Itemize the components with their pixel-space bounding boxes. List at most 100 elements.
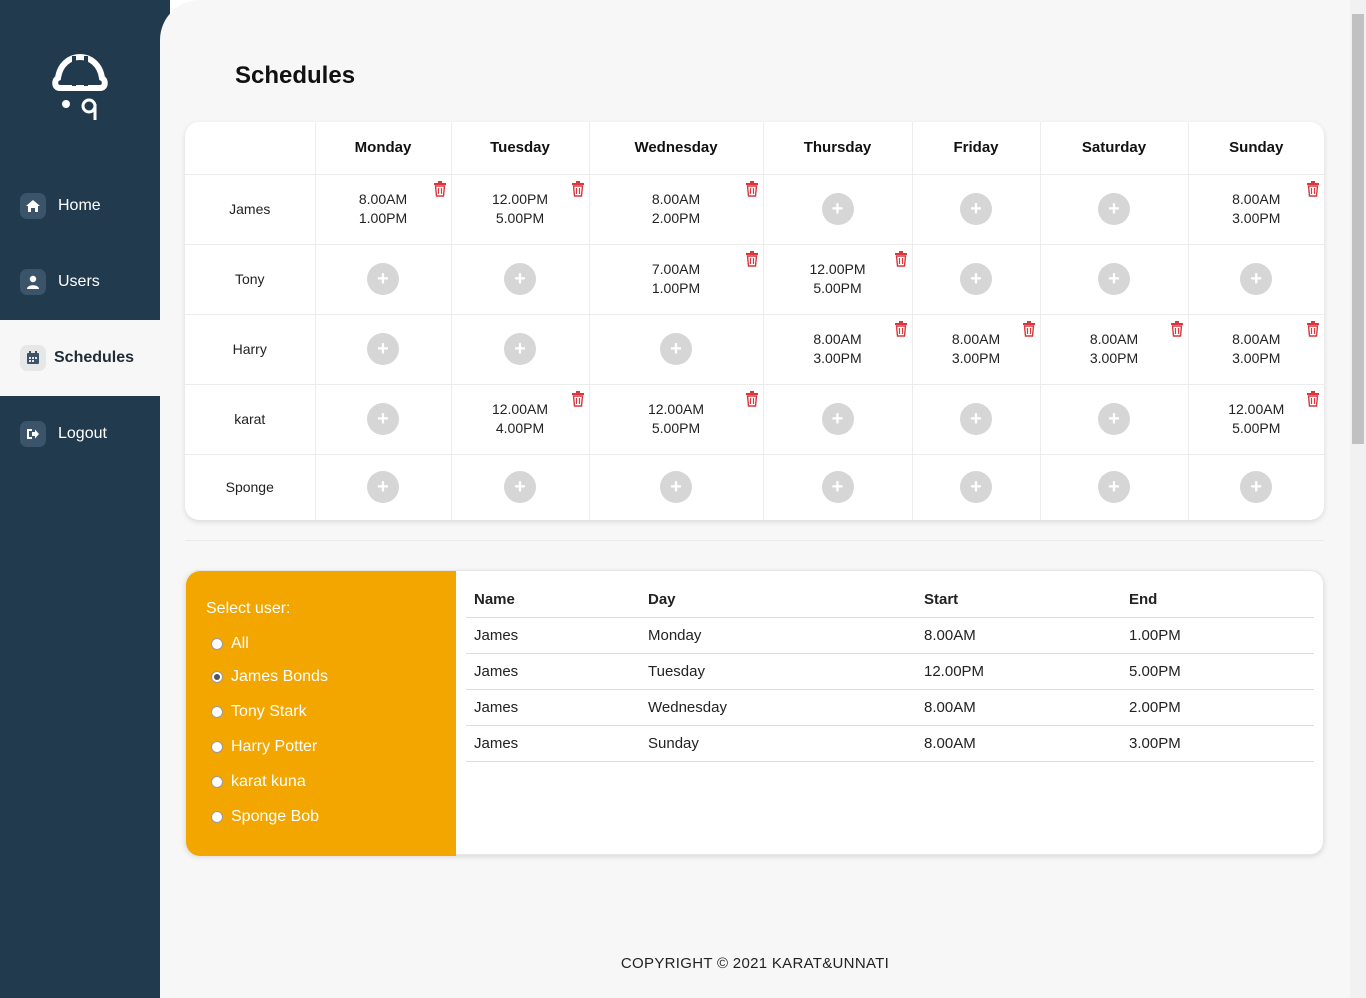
sidebar-item-home[interactable]: Home bbox=[0, 168, 160, 244]
trash-icon[interactable] bbox=[745, 180, 759, 197]
schedule-cell: + bbox=[763, 383, 913, 454]
table-row: James Wednesday 8.00AM 2.00PM bbox=[466, 689, 1314, 726]
user-radio-option[interactable]: Harry Potter bbox=[211, 737, 317, 757]
add-shift-button[interactable]: + bbox=[504, 333, 536, 365]
add-shift-button[interactable]: + bbox=[1098, 193, 1130, 225]
table-cell: James bbox=[466, 617, 640, 654]
add-shift-button[interactable]: + bbox=[960, 403, 992, 435]
shift-end: 5.00PM bbox=[813, 280, 862, 296]
trash-icon[interactable] bbox=[1306, 390, 1320, 407]
trash-icon[interactable] bbox=[1170, 320, 1184, 337]
sidebar-item-logout[interactable]: Logout bbox=[0, 396, 160, 472]
shift-start: 7.00AM bbox=[651, 261, 701, 277]
radio-label: James Bonds bbox=[231, 668, 328, 685]
add-shift-button[interactable]: + bbox=[821, 403, 854, 435]
trash-icon[interactable] bbox=[894, 250, 908, 267]
schedule-cell: 12.00AM 4.00PM bbox=[451, 383, 590, 454]
grid-row: Sponge + + + + + + + bbox=[185, 453, 1324, 520]
user-radio-option[interactable]: All bbox=[211, 634, 249, 654]
shift-end: 3.00PM bbox=[1089, 350, 1139, 366]
schedule-cell: + bbox=[451, 453, 590, 520]
add-shift-button[interactable]: + bbox=[821, 471, 854, 504]
schedule-list-table: Name Day Start End James Monday 8.00AM 1.00PM J… bbox=[466, 583, 1314, 762]
shift-end: 5.00PM bbox=[495, 210, 545, 226]
schedule-list-card: Select user: All James Bonds Tony Stark Har… bbox=[185, 570, 1324, 856]
schedule-cell: + bbox=[315, 313, 452, 384]
add-shift-button[interactable]: + bbox=[367, 471, 399, 504]
user-radio-option[interactable]: karat kuna bbox=[211, 772, 306, 792]
schedule-grid: Monday Tuesday Wednesday Thursday Friday Satu… bbox=[185, 122, 1324, 520]
schedule-cell: + bbox=[1188, 453, 1324, 520]
list-column-header: End bbox=[1121, 583, 1314, 618]
add-shift-button[interactable]: + bbox=[1098, 471, 1130, 504]
sidebar-item-users[interactable]: Users bbox=[0, 244, 160, 320]
add-shift-button[interactable]: + bbox=[960, 193, 992, 225]
day-header: Wednesday bbox=[589, 122, 764, 174]
trash-icon[interactable] bbox=[1306, 320, 1320, 337]
add-shift-button[interactable]: + bbox=[367, 263, 399, 295]
table-row: James Monday 8.00AM 1.00PM bbox=[466, 617, 1314, 654]
shift-times: 12.00PM 5.00PM bbox=[764, 260, 912, 298]
table-cell: 1.00PM bbox=[1121, 617, 1314, 654]
trash-icon[interactable] bbox=[433, 180, 447, 197]
radio-button[interactable] bbox=[211, 776, 223, 788]
radio-button[interactable] bbox=[211, 811, 223, 823]
radio-button[interactable] bbox=[211, 741, 223, 753]
sidebar-item-label: Home bbox=[58, 197, 101, 214]
user-radio-option[interactable]: Tony Stark bbox=[211, 702, 307, 722]
add-shift-button[interactable]: + bbox=[367, 333, 399, 365]
add-shift-button[interactable]: + bbox=[660, 333, 692, 365]
sidebar-item-schedules[interactable]: Schedules bbox=[0, 320, 170, 396]
trash-icon[interactable] bbox=[894, 320, 908, 337]
schedule-cell: + bbox=[912, 383, 1041, 454]
schedule-cell: + bbox=[589, 453, 764, 520]
logout-icon bbox=[20, 421, 46, 447]
add-shift-button[interactable]: + bbox=[1098, 263, 1130, 295]
row-user-name: Harry bbox=[185, 313, 316, 384]
sidebar-item-label: Schedules bbox=[54, 349, 135, 366]
shift-start: 8.00AM bbox=[651, 191, 701, 207]
radio-button[interactable] bbox=[211, 671, 223, 683]
trash-icon[interactable] bbox=[571, 390, 585, 407]
grid-corner bbox=[185, 122, 316, 174]
shift-times: 12.00AM 5.00PM bbox=[590, 400, 763, 438]
add-shift-button[interactable]: + bbox=[367, 403, 399, 435]
schedule-cell: 8.00AM 3.00PM bbox=[1040, 313, 1189, 384]
add-shift-button[interactable]: + bbox=[960, 263, 992, 295]
trash-icon[interactable] bbox=[745, 250, 759, 267]
table-cell: Monday bbox=[640, 617, 916, 654]
shift-start: 8.00AM bbox=[358, 191, 408, 207]
trash-icon[interactable] bbox=[1022, 320, 1036, 337]
shift-times: 12.00AM 4.00PM bbox=[452, 400, 589, 438]
shift-times: 8.00AM 1.00PM bbox=[316, 190, 451, 228]
add-shift-button[interactable]: + bbox=[1240, 471, 1273, 504]
radio-button[interactable] bbox=[211, 706, 223, 718]
table-cell: 3.00PM bbox=[1121, 725, 1314, 762]
shift-end: 3.00PM bbox=[813, 350, 862, 366]
schedule-cell: 8.00AM 3.00PM bbox=[912, 313, 1041, 384]
schedule-cell: + bbox=[912, 243, 1041, 314]
user-radio-option[interactable]: Sponge Bob bbox=[211, 807, 319, 827]
day-header: Tuesday bbox=[451, 122, 590, 174]
trash-icon[interactable] bbox=[1306, 180, 1320, 197]
schedule-cell: + bbox=[315, 243, 452, 314]
shift-times: 12.00AM 5.00PM bbox=[1189, 400, 1325, 438]
schedule-cell: + bbox=[315, 453, 452, 520]
user-radio-option[interactable]: James Bonds bbox=[211, 667, 328, 687]
trash-icon[interactable] bbox=[571, 180, 585, 197]
day-header: Saturday bbox=[1040, 122, 1189, 174]
add-shift-button[interactable]: + bbox=[960, 471, 992, 504]
add-shift-button[interactable]: + bbox=[1240, 263, 1273, 295]
add-shift-button[interactable]: + bbox=[504, 263, 536, 295]
add-shift-button[interactable]: + bbox=[1098, 403, 1130, 435]
add-shift-button[interactable]: + bbox=[504, 471, 536, 504]
add-shift-button[interactable]: + bbox=[660, 471, 692, 504]
scrollbar-thumb[interactable] bbox=[1352, 14, 1364, 444]
add-shift-button[interactable]: + bbox=[821, 193, 854, 225]
radio-button[interactable] bbox=[211, 638, 223, 650]
scrollbar[interactable] bbox=[1350, 0, 1366, 998]
shift-end: 5.00PM bbox=[1232, 420, 1281, 436]
trash-icon[interactable] bbox=[745, 390, 759, 407]
shift-times: 8.00AM 3.00PM bbox=[1041, 330, 1188, 368]
schedule-cell: + bbox=[1040, 383, 1189, 454]
